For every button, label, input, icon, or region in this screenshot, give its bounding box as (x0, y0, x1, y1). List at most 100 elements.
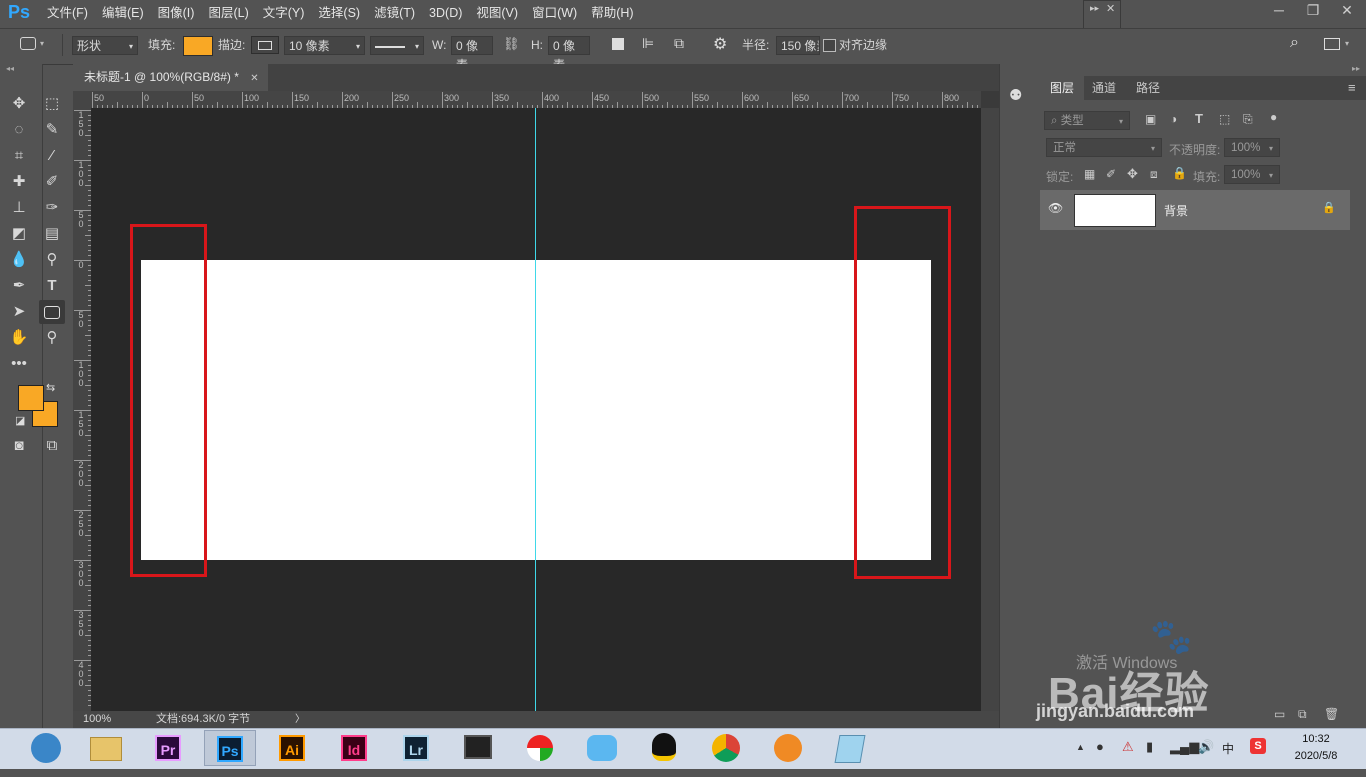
clone-stamp-tool-icon[interactable]: ⊥ (6, 196, 32, 220)
menu-help[interactable]: 帮助(H) (584, 0, 640, 27)
explorer-app-icon[interactable] (80, 730, 132, 766)
indesign-app-icon[interactable]: Id (328, 730, 380, 766)
menu-3d[interactable]: 3D(D) (422, 0, 469, 27)
stroke-type-select[interactable]: ▾ (370, 36, 424, 55)
gear-icon[interactable]: ⚙ (713, 34, 727, 54)
menu-view[interactable]: 视图(V) (469, 0, 525, 27)
clock-date[interactable]: 2020/5/8 (1282, 750, 1350, 762)
workspace-icon[interactable] (1324, 38, 1340, 50)
photoshop-app-icon[interactable]: Ps (204, 730, 256, 766)
panel-close-icon[interactable]: ✕ (1106, 2, 1115, 15)
ime-indicator[interactable]: 中 (1222, 740, 1234, 757)
blend-mode-select[interactable]: 正常 ▾ (1046, 138, 1162, 157)
media-player-app-icon[interactable] (762, 730, 814, 766)
qq-tray-icon[interactable]: ● (1096, 739, 1104, 754)
close-tab-icon[interactable]: ✕ (250, 73, 258, 84)
menu-file[interactable]: 文件(F) (40, 0, 95, 27)
filter-adjustment-icon[interactable]: ◑ (1170, 112, 1177, 126)
document-canvas[interactable] (141, 260, 931, 560)
lock-all-icon[interactable]: 🔒 (1172, 166, 1187, 180)
tray-expand-icon[interactable]: ▲ (1076, 742, 1085, 752)
pinwheel-app-icon[interactable] (514, 730, 566, 766)
gradient-tool-icon[interactable]: ▤ (39, 222, 65, 246)
collapse-panel-icon[interactable]: ▸▸ (1352, 64, 1360, 73)
menu-image[interactable]: 图像(I) (151, 0, 202, 27)
swap-colors-icon[interactable]: ⇆ (46, 381, 55, 394)
blur-tool-icon[interactable]: 💧 (6, 248, 32, 272)
chevron-down-icon[interactable]: ▾ (40, 39, 44, 48)
volume-tray-icon[interactable]: 🔊 (1198, 739, 1214, 755)
collapse-icon[interactable]: ▸▸ (1090, 3, 1099, 14)
move-tool-icon[interactable]: ✥ (6, 92, 32, 116)
default-colors-icon[interactable]: ◪ (15, 414, 25, 427)
tab-layers[interactable]: 图层 (1040, 76, 1085, 100)
marquee-tool-icon[interactable]: ⬚ (39, 92, 65, 116)
path-alignment-icon[interactable]: ⊫ (642, 35, 654, 52)
lock-transparent-icon[interactable]: ▦ (1084, 167, 1095, 181)
collapse-toolbar-icon[interactable]: ◂◂ (6, 64, 14, 73)
filter-toggle-icon[interactable]: ● (1270, 110, 1277, 124)
chevron-right-icon[interactable]: 〉 (295, 711, 305, 728)
stroke-width-input[interactable]: 10 像素 ▾ (284, 36, 365, 55)
path-arrangement-icon[interactable]: ⧉ (674, 35, 684, 52)
lock-position-icon[interactable]: ✥ (1127, 166, 1138, 182)
crop-tool-icon[interactable]: ⌗ (6, 144, 32, 168)
filter-smart-object-icon[interactable]: ⎘ (1243, 112, 1253, 127)
search-icon[interactable]: ⌕ (1290, 34, 1299, 52)
premiere-app-icon[interactable]: Pr (142, 730, 194, 766)
vertical-scrollbar[interactable] (981, 108, 999, 711)
chrome-app-icon[interactable] (700, 730, 752, 766)
tab-paths[interactable]: 路径 (1126, 76, 1170, 100)
properties-panel-icon[interactable]: ⚉ (1009, 86, 1022, 104)
pen-tool-icon[interactable]: ✒ (6, 274, 32, 298)
notepad-app-icon[interactable] (824, 730, 876, 766)
menu-type[interactable]: 文字(Y) (256, 0, 312, 27)
rounded-rectangle-tool-icon[interactable] (39, 300, 65, 324)
lock-pixels-icon[interactable]: ✐ (1106, 167, 1116, 181)
eyedropper-tool-icon[interactable]: ⁄ (39, 144, 65, 168)
fill-color-swatch[interactable] (183, 36, 213, 56)
filter-type-icon[interactable]: T (1195, 111, 1203, 126)
menu-edit[interactable]: 编辑(E) (95, 0, 151, 27)
tool-mode-select[interactable]: 形状 ▾ (72, 36, 138, 55)
height-input[interactable]: 0 像素 (548, 36, 590, 72)
layer-filter-select[interactable]: ⌕ 类型 ▾ (1044, 111, 1130, 130)
path-operations-icon[interactable] (612, 38, 624, 50)
quick-mask-icon[interactable]: ◙ (6, 434, 32, 458)
panel-menu-icon[interactable]: ≡ (1348, 80, 1356, 95)
restore-icon[interactable]: ❐ (1296, 0, 1330, 22)
document-tab[interactable]: 未标题-1 @ 100%(RGB/8#) * ✕ (73, 64, 268, 91)
vertical-guide[interactable] (535, 108, 536, 711)
qq-app-icon[interactable] (638, 730, 690, 766)
fill-input[interactable]: 100% ▾ (1224, 165, 1280, 184)
filter-pixel-icon[interactable]: ▣ (1145, 112, 1156, 126)
hand-tool-icon[interactable]: ✋ (6, 326, 32, 350)
foreground-color-swatch[interactable] (18, 385, 44, 411)
history-brush-tool-icon[interactable]: ✑ (39, 196, 65, 220)
lasso-tool-icon[interactable]: ◌ (6, 118, 32, 142)
brush-tool-icon[interactable]: ✐ (39, 170, 65, 194)
chevron-down-icon[interactable]: ▾ (1345, 39, 1349, 48)
illustrator-app-icon[interactable]: Ai (266, 730, 318, 766)
healing-brush-tool-icon[interactable]: ✚ (6, 170, 32, 194)
dodge-tool-icon[interactable]: ⚲ (39, 248, 65, 272)
battery-tray-icon[interactable]: ▮ (1146, 739, 1153, 755)
screen-mode-icon[interactable]: ⧉ (39, 434, 65, 458)
width-input[interactable]: 0 像素 (451, 36, 493, 72)
more-tools-icon[interactable]: ••• (6, 352, 32, 376)
zoom-level[interactable]: 100% (83, 711, 111, 728)
quick-select-tool-icon[interactable]: ✎ (39, 118, 65, 142)
opacity-input[interactable]: 100% ▾ (1224, 138, 1280, 157)
network-error-tray-icon[interactable]: ⚠ (1122, 739, 1134, 755)
rounded-rect-tool-icon[interactable] (20, 37, 36, 50)
tab-channels[interactable]: 通道 (1082, 76, 1126, 100)
link-icon[interactable]: ⛓ (503, 36, 520, 52)
menu-window[interactable]: 窗口(W) (525, 0, 584, 27)
visibility-eye-icon[interactable]: 👁 (1048, 201, 1063, 215)
cloud-app-icon[interactable] (576, 730, 628, 766)
sogou-ime-icon[interactable]: S (1250, 738, 1266, 754)
layer-name[interactable]: 背景 (1164, 202, 1188, 219)
lock-artboard-icon[interactable]: ⧈ (1150, 167, 1158, 182)
radius-input[interactable]: 150 像素 (776, 36, 820, 55)
clock-time[interactable]: 10:32 (1290, 733, 1342, 745)
